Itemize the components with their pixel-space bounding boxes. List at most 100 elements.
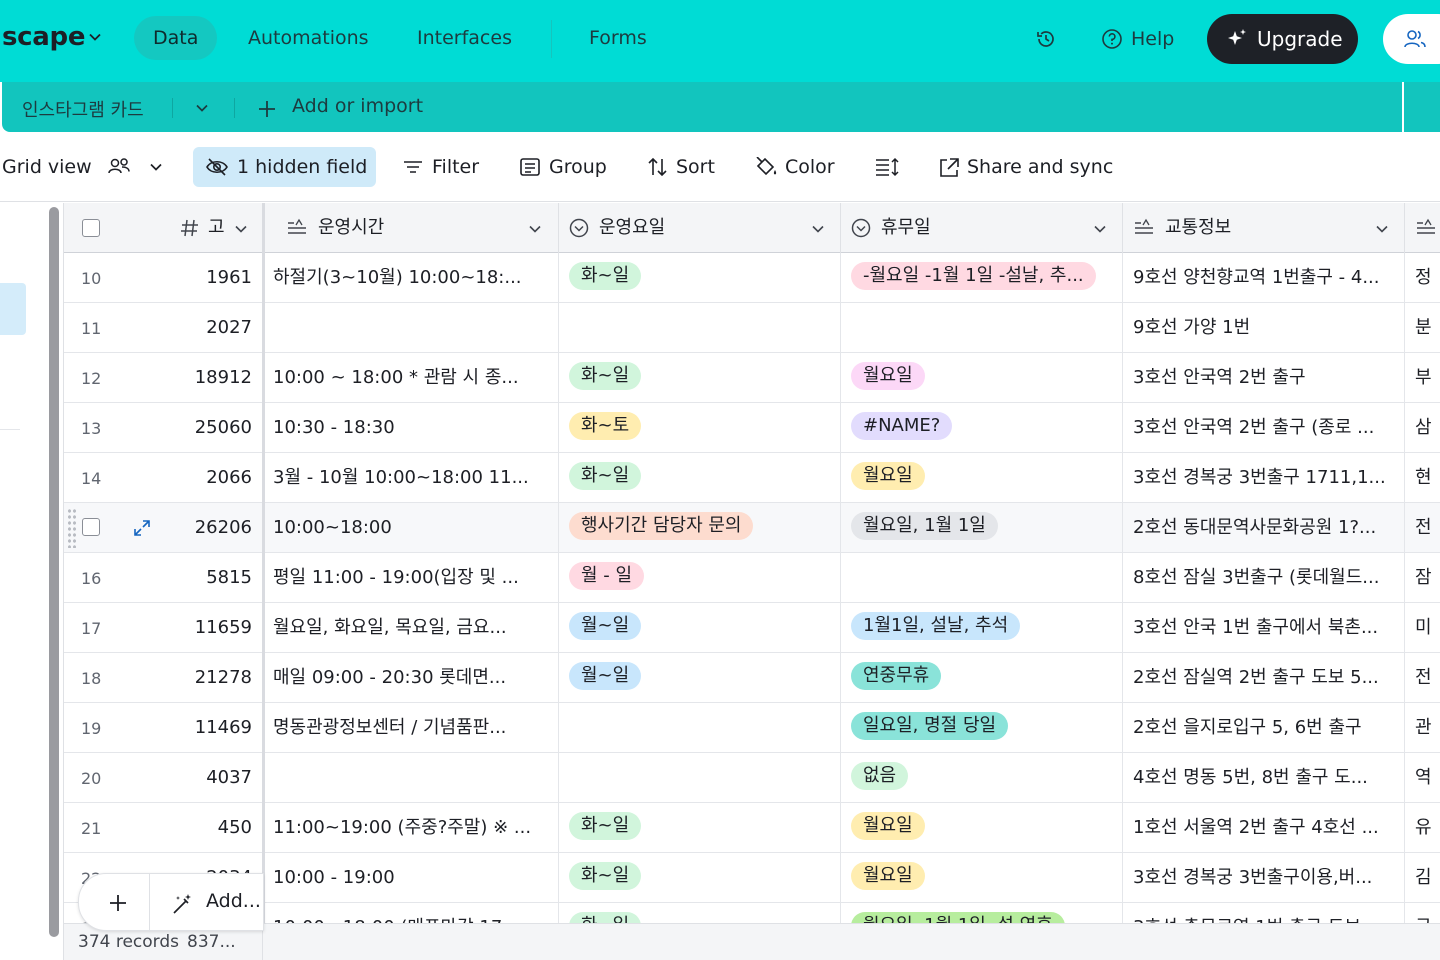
- filter-button[interactable]: Filter: [402, 147, 482, 187]
- table-tab-active[interactable]: 인스타그램 카드: [22, 96, 144, 122]
- share-and-sync-button[interactable]: Share and sync: [938, 147, 1118, 187]
- cell-transport[interactable]: 3호선 경복궁 3번출구 1711,1...: [1123, 453, 1405, 503]
- cell-days[interactable]: 행사기간 담당자 문의: [559, 503, 841, 553]
- cell-transport[interactable]: 3호선 안국 1번 출구에서 북촌...: [1123, 603, 1405, 653]
- cell-number[interactable]: 16 5815: [64, 553, 263, 603]
- tab-forms[interactable]: Forms: [570, 16, 666, 60]
- help-button[interactable]: Help: [1101, 22, 1174, 56]
- row-height-button[interactable]: [875, 147, 901, 187]
- expand-record-icon[interactable]: [132, 518, 152, 538]
- cell-hours[interactable]: 평일 11:00 - 19:00(입장 및 ...: [263, 553, 559, 603]
- cell-closed[interactable]: 월요일: [841, 453, 1123, 503]
- chevron-down-icon[interactable]: [811, 222, 825, 236]
- column-header-closed[interactable]: 휴무일: [841, 203, 1123, 253]
- cell-transport[interactable]: 2호선 을지로입구 5, 6번 출구: [1123, 703, 1405, 753]
- column-header-days[interactable]: 운영요일: [559, 203, 841, 253]
- cell-number[interactable]: 19 11469: [64, 703, 263, 753]
- cell-number[interactable]: 13 25060: [64, 403, 263, 453]
- cell-closed[interactable]: #NAME?: [841, 403, 1123, 453]
- cell-days[interactable]: 화~일: [559, 803, 841, 853]
- cell-transport[interactable]: 8호선 잠실 3번출구 (롯데월드...: [1123, 553, 1405, 603]
- cell-closed[interactable]: 월요일, 1월 1일: [841, 503, 1123, 553]
- cell-extra[interactable]: 전: [1405, 503, 1440, 553]
- cell-transport[interactable]: 2호선 잠실역 2번 출구 도보 5...: [1123, 653, 1405, 703]
- column-header-transport[interactable]: 교통정보: [1123, 203, 1405, 253]
- cell-extra[interactable]: 부: [1405, 353, 1440, 403]
- cell-extra[interactable]: 역: [1405, 753, 1440, 803]
- cell-transport[interactable]: 4호선 명동 5번, 8번 출구 도...: [1123, 753, 1405, 803]
- hide-fields-button[interactable]: 1 hidden field: [193, 147, 376, 187]
- cell-days[interactable]: 화~일: [559, 353, 841, 403]
- cell-transport[interactable]: 3호선 안국역 2번 출구: [1123, 353, 1405, 403]
- tab-automations[interactable]: Automations: [229, 16, 388, 60]
- table-row[interactable]: 20 4037 없음 4호선 명동 5번, 8번 출구 도... 역: [64, 753, 1440, 803]
- cell-hours[interactable]: 명동관광정보센터 / 기념품판...: [263, 703, 559, 753]
- cell-transport[interactable]: 3호선 경복궁 3번출구이용,버...: [1123, 853, 1405, 903]
- cell-number[interactable]: 12 18912: [64, 353, 263, 403]
- cell-number[interactable]: 17 11659: [64, 603, 263, 653]
- cell-hours[interactable]: 월요일, 화요일, 목요일, 금요...: [263, 603, 559, 653]
- cell-closed[interactable]: [841, 553, 1123, 603]
- row-checkbox[interactable]: [82, 518, 100, 536]
- frozen-column-divider[interactable]: [262, 203, 265, 923]
- cell-number[interactable]: 26206: [64, 503, 263, 553]
- cell-hours[interactable]: 매일 09:00 - 20:30 롯데면...: [263, 653, 559, 703]
- table-row[interactable]: 12 18912 10:00 ~ 18:00 * 관람 시 종... 화~일 월요일 3호…: [64, 353, 1440, 403]
- cell-number[interactable]: 18 21278: [64, 653, 263, 703]
- cell-days[interactable]: 화~토: [559, 403, 841, 453]
- cell-hours[interactable]: [263, 303, 559, 353]
- table-row[interactable]: 13 25060 10:30 - 18:30 화~토 #NAME? 3호선 안국역 2번 …: [64, 403, 1440, 453]
- column-header-hours[interactable]: 운영시간: [276, 203, 559, 253]
- cell-extra[interactable]: 분: [1405, 303, 1440, 353]
- table-row[interactable]: 16 5815 평일 11:00 - 19:00(입장 및 ... 월 - 일 8호선 …: [64, 553, 1440, 603]
- chevron-down-icon[interactable]: [1093, 222, 1107, 236]
- share-button[interactable]: [1383, 14, 1440, 64]
- select-all-checkbox[interactable]: [82, 219, 100, 237]
- tab-data[interactable]: Data: [134, 16, 218, 60]
- add-or-import-button[interactable]: Add or import: [256, 95, 423, 117]
- add-label[interactable]: Add...: [206, 890, 261, 912]
- cell-transport[interactable]: 2호선 동대문역사문화공원 1?...: [1123, 503, 1405, 553]
- column-header-number[interactable]: 고: [64, 203, 263, 253]
- tab-interfaces[interactable]: Interfaces: [398, 16, 531, 60]
- cell-extra[interactable]: 김: [1405, 853, 1440, 903]
- cell-days[interactable]: 월~일: [559, 653, 841, 703]
- cell-days[interactable]: [559, 703, 841, 753]
- cell-number[interactable]: 20 4037: [64, 753, 263, 803]
- drag-handle[interactable]: [67, 508, 77, 548]
- cell-closed[interactable]: 월요일: [841, 853, 1123, 903]
- cell-extra[interactable]: 삼: [1405, 403, 1440, 453]
- table-row[interactable]: 17 11659 월요일, 화요일, 목요일, 금요... 월~일 1월1일, 설날, …: [64, 603, 1440, 653]
- view-switcher[interactable]: Grid view: [2, 147, 172, 187]
- cell-transport[interactable]: 9호선 양천향교역 1번출구 - 4...: [1123, 253, 1405, 303]
- magic-wand-icon[interactable]: [171, 892, 195, 916]
- cell-hours[interactable]: [263, 753, 559, 803]
- cell-number[interactable]: 14 2066: [64, 453, 263, 503]
- cell-hours[interactable]: 10:00~18:00: [263, 503, 559, 553]
- chevron-down-icon[interactable]: [194, 100, 210, 116]
- chevron-down-icon[interactable]: [234, 222, 248, 236]
- table-row[interactable]: 11 2027 9호선 가양 1번 분: [64, 303, 1440, 353]
- cell-extra[interactable]: 정: [1405, 253, 1440, 303]
- upgrade-button[interactable]: Upgrade: [1207, 14, 1358, 64]
- cell-hours[interactable]: 하절기(3~10월) 10:00~18:...: [263, 253, 559, 303]
- cell-closed[interactable]: 연중무휴: [841, 653, 1123, 703]
- cell-hours[interactable]: 11:00~19:00 (주중?주말) ※ ...: [263, 803, 559, 853]
- sum-value[interactable]: 837...: [187, 932, 236, 952]
- plus-icon[interactable]: [107, 892, 129, 914]
- cell-days[interactable]: 월 - 일: [559, 553, 841, 603]
- group-button[interactable]: Group: [519, 147, 609, 187]
- table-row[interactable]: 19 11469 명동관광정보센터 / 기념품판... 일요일, 명절 당일 2호선 을…: [64, 703, 1440, 753]
- cell-hours[interactable]: 10:00 ~ 18:00 * 관람 시 종...: [263, 353, 559, 403]
- cell-closed[interactable]: 없음: [841, 753, 1123, 803]
- table-row[interactable]: 22203410:00 - 19:00화~일월요일3호선 경복궁 3번출구이용,…: [64, 853, 1440, 903]
- cell-closed[interactable]: 월요일: [841, 353, 1123, 403]
- cell-number[interactable]: 10 1961: [64, 253, 263, 303]
- vertical-scrollbar[interactable]: [49, 207, 59, 937]
- chevron-down-icon[interactable]: [88, 30, 102, 44]
- cell-closed[interactable]: -월요일 -1월 1일 -설날, 추...: [841, 253, 1123, 303]
- table-row[interactable]: 21 450 11:00~19:00 (주중?주말) ※ ... 화~일 월요일 1호선 …: [64, 803, 1440, 853]
- cell-closed[interactable]: 월요일: [841, 803, 1123, 853]
- chevron-down-icon[interactable]: [528, 222, 542, 236]
- column-header-next[interactable]: [1405, 203, 1440, 253]
